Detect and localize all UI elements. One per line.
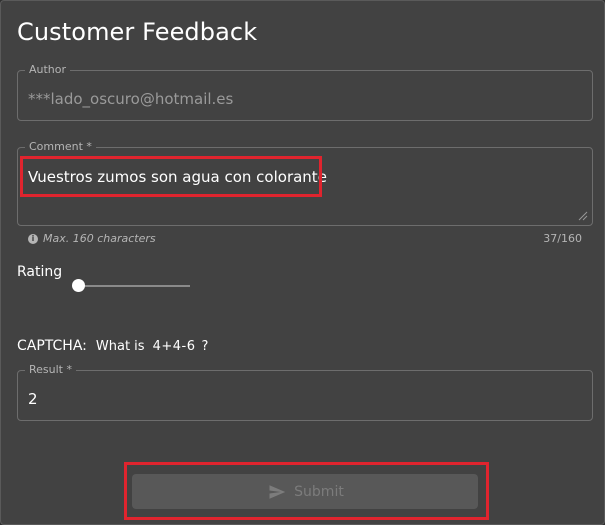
result-input[interactable]: 2 xyxy=(28,389,38,409)
feedback-card: Customer Feedback Author ***lado_oscuro@… xyxy=(0,0,605,525)
captcha-question-text: What is xyxy=(95,339,145,354)
comment-textarea[interactable]: Vuestros zumos son agua con colorante xyxy=(28,167,327,187)
resize-handle-icon[interactable] xyxy=(576,209,588,221)
comment-hint: i Max. 160 characters xyxy=(28,232,156,245)
comment-field[interactable]: Comment * Vuestros zumos son agua con co… xyxy=(17,140,593,226)
submit-label: Submit xyxy=(294,483,344,500)
submit-button[interactable]: Submit xyxy=(132,474,478,509)
author-value: ***lado_oscuro@hotmail.es xyxy=(28,90,234,108)
rating-slider[interactable] xyxy=(72,278,190,294)
captcha-question: CAPTCHA: What is 4+4-6 ? xyxy=(17,338,208,354)
author-label: Author xyxy=(25,63,71,77)
result-label: Result * xyxy=(25,363,76,377)
captcha-question-mark: ? xyxy=(201,339,209,354)
comment-hint-text: Max. 160 characters xyxy=(43,232,156,245)
info-icon: i xyxy=(28,233,38,244)
rating-slider-thumb[interactable] xyxy=(72,279,85,292)
page-title: Customer Feedback xyxy=(17,18,258,46)
rating-slider-track[interactable] xyxy=(78,285,190,287)
comment-char-counter: 37/160 xyxy=(543,232,582,245)
captcha-label: CAPTCHA: xyxy=(17,338,87,354)
result-field[interactable]: Result * 2 xyxy=(17,363,593,421)
send-icon xyxy=(269,484,286,499)
comment-label: Comment * xyxy=(25,140,96,154)
captcha-expression: 4+4-6 xyxy=(152,339,196,354)
author-field: Author ***lado_oscuro@hotmail.es xyxy=(17,63,593,121)
rating-label: Rating xyxy=(17,264,63,280)
